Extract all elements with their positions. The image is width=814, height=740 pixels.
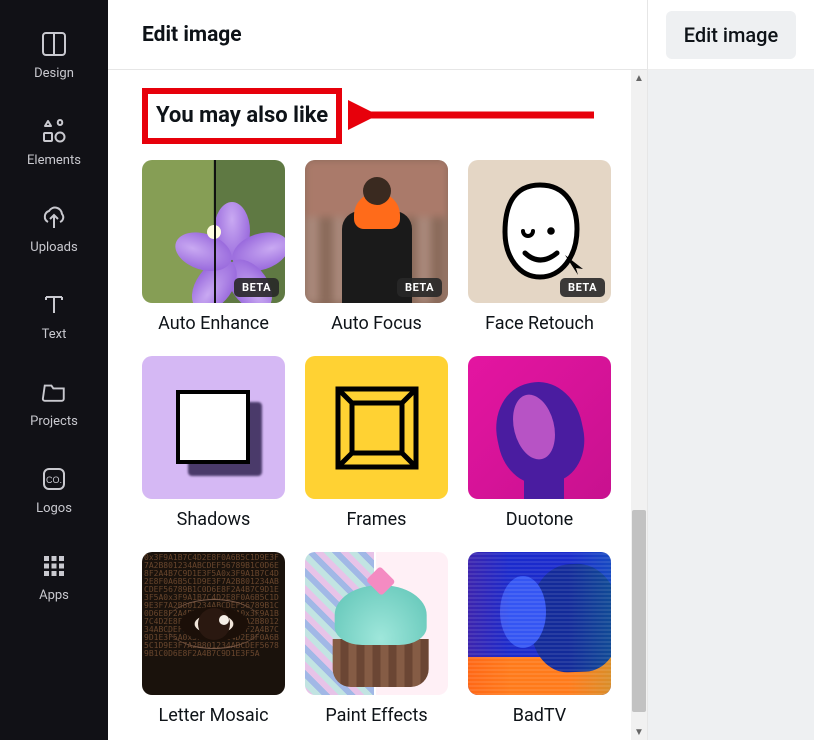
tile-label: BadTV <box>513 705 567 726</box>
sidebar-item-text[interactable]: Text <box>0 275 108 362</box>
text-icon <box>40 291 68 319</box>
logos-icon: CO. <box>40 465 68 493</box>
tile-auto-enhance[interactable]: BETA Auto Enhance <box>142 160 285 334</box>
face-icon <box>485 177 595 287</box>
canvas-area <box>648 70 814 740</box>
tile-label: Duotone <box>506 509 573 530</box>
tile-shadows[interactable]: Shadows <box>142 356 285 530</box>
tile-label: Face Retouch <box>485 313 594 334</box>
scrollbar[interactable]: ▲ ▼ <box>631 70 647 740</box>
apps-icon <box>40 552 68 580</box>
top-toolbar: Edit image <box>648 0 814 70</box>
square-icon <box>176 390 250 464</box>
sidebar-item-label: Logos <box>36 501 72 516</box>
section-heading-you-may-also-like: You may also like <box>142 88 342 144</box>
thumb-auto-focus: BETA <box>305 160 448 303</box>
sidebar-item-label: Uploads <box>30 240 77 255</box>
scrollbar-thumb[interactable] <box>632 510 646 712</box>
thumb-auto-enhance: BETA <box>142 160 285 303</box>
tile-letter-mosaic[interactable]: 0x3F9A1B7C4D2E8F0A6B5C1D9E3F7A2B801234AB… <box>142 552 285 726</box>
cupcake-icon <box>334 585 426 687</box>
sidebar-item-uploads[interactable]: Uploads <box>0 188 108 275</box>
sidebar-item-logos[interactable]: CO. Logos <box>0 449 108 536</box>
sidebar: Design Elements Uploads Text <box>0 0 108 740</box>
panel-body: You may also like BETA Auto Enhance <box>108 70 647 740</box>
thumb-letter-mosaic: 0x3F9A1B7C4D2E8F0A6B5C1D9E3F7A2B801234AB… <box>142 552 285 695</box>
sidebar-item-elements[interactable]: Elements <box>0 101 108 188</box>
panel-title: Edit image <box>142 23 242 47</box>
effects-grid: BETA Auto Enhance BETA Auto Focus <box>142 160 613 726</box>
edit-image-button[interactable]: Edit image <box>666 11 796 59</box>
sidebar-item-label: Elements <box>27 153 81 168</box>
thumb-paint-effects <box>305 552 448 695</box>
tile-auto-focus[interactable]: BETA Auto Focus <box>305 160 448 334</box>
tile-label: Auto Enhance <box>158 313 269 334</box>
sidebar-item-projects[interactable]: Projects <box>0 362 108 449</box>
beta-badge: BETA <box>560 278 605 297</box>
design-icon <box>40 30 68 58</box>
projects-icon <box>40 378 68 406</box>
sidebar-item-label: Text <box>42 327 67 342</box>
tile-label: Auto Focus <box>331 313 422 334</box>
sidebar-item-label: Projects <box>30 414 78 429</box>
beta-badge: BETA <box>397 278 442 297</box>
panel-header: Edit image <box>108 0 647 70</box>
edit-image-panel: Edit image You may also like BETA Auto E… <box>108 0 648 740</box>
thumb-duotone <box>468 356 611 499</box>
tile-frames[interactable]: Frames <box>305 356 448 530</box>
beta-badge: BETA <box>234 278 279 297</box>
scroll-down-icon[interactable]: ▼ <box>631 724 647 740</box>
tile-label: Paint Effects <box>325 705 427 726</box>
tile-face-retouch[interactable]: BETA Face Retouch <box>468 160 611 334</box>
tile-label: Frames <box>347 509 407 530</box>
sidebar-item-label: Apps <box>39 588 69 603</box>
tile-paint-effects[interactable]: Paint Effects <box>305 552 448 726</box>
svg-text:CO.: CO. <box>46 475 62 485</box>
thumb-shadows <box>142 356 285 499</box>
thumb-face-retouch: BETA <box>468 160 611 303</box>
tile-label: Shadows <box>177 509 251 530</box>
sidebar-item-label: Design <box>34 66 74 81</box>
tile-duotone[interactable]: Duotone <box>468 356 611 530</box>
sidebar-item-apps[interactable]: Apps <box>0 536 108 623</box>
elements-icon <box>40 117 68 145</box>
tile-badtv[interactable]: BadTV <box>468 552 611 726</box>
uploads-icon <box>40 204 68 232</box>
thumb-badtv <box>468 552 611 695</box>
sidebar-item-design[interactable]: Design <box>0 14 108 101</box>
thumb-frames <box>305 356 448 499</box>
tile-label: Letter Mosaic <box>159 705 269 726</box>
frame-icon <box>332 383 422 473</box>
scroll-up-icon[interactable]: ▲ <box>631 70 647 86</box>
